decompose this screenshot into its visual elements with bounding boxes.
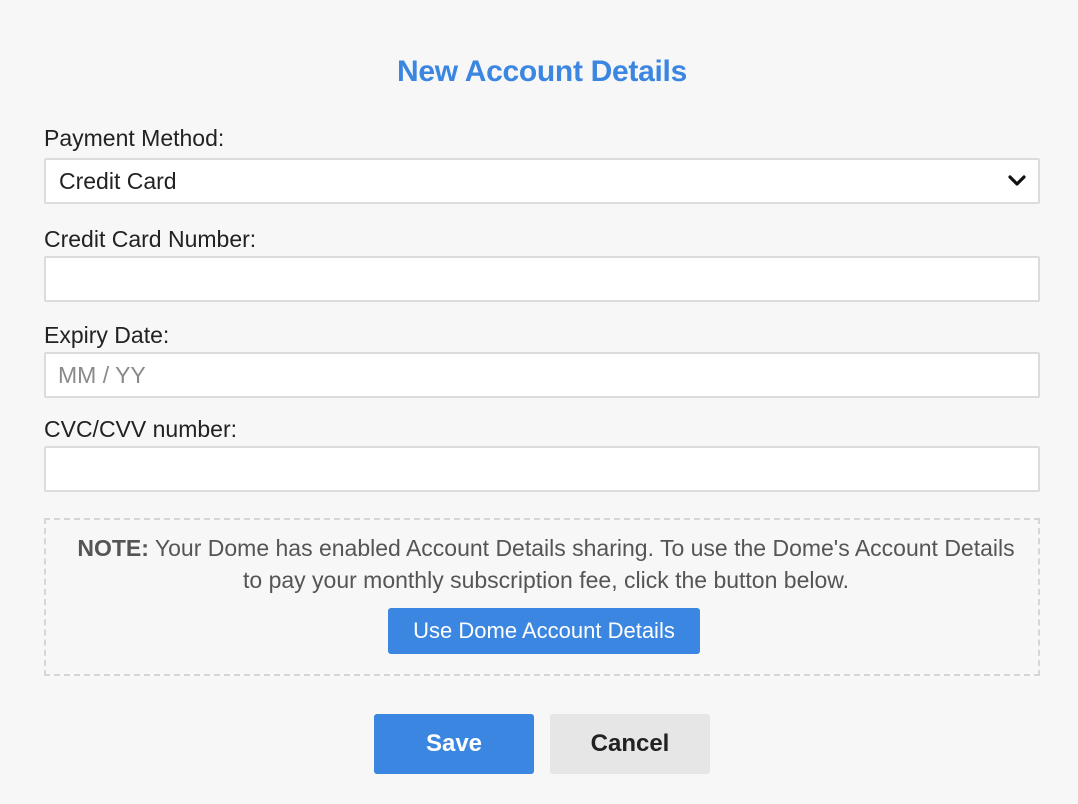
- dialog-title: New Account Details: [397, 55, 687, 88]
- payment-method-select[interactable]: Credit Card: [44, 158, 1040, 204]
- chevron-down-icon: [1008, 172, 1026, 190]
- expiry-date-input[interactable]: [44, 352, 1040, 398]
- save-button[interactable]: Save: [374, 714, 534, 774]
- account-sharing-note: NOTE: Your Dome has enabled Account Deta…: [44, 518, 1040, 676]
- card-number-label: Credit Card Number:: [44, 226, 257, 252]
- payment-method-label: Payment Method:: [44, 125, 225, 151]
- card-number-input[interactable]: [44, 256, 1040, 302]
- cvc-label: CVC/CVV number:: [44, 416, 238, 442]
- use-dome-account-details-button[interactable]: Use Dome Account Details: [388, 608, 700, 654]
- cancel-button[interactable]: Cancel: [550, 714, 710, 774]
- note-prefix: NOTE:: [77, 535, 149, 561]
- expiry-date-label: Expiry Date:: [44, 322, 170, 348]
- cvc-input[interactable]: [44, 446, 1040, 492]
- note-text: NOTE: Your Dome has enabled Account Deta…: [66, 532, 1026, 596]
- payment-method-value: Credit Card: [59, 167, 177, 194]
- note-body: Your Dome has enabled Account Details sh…: [148, 535, 1015, 593]
